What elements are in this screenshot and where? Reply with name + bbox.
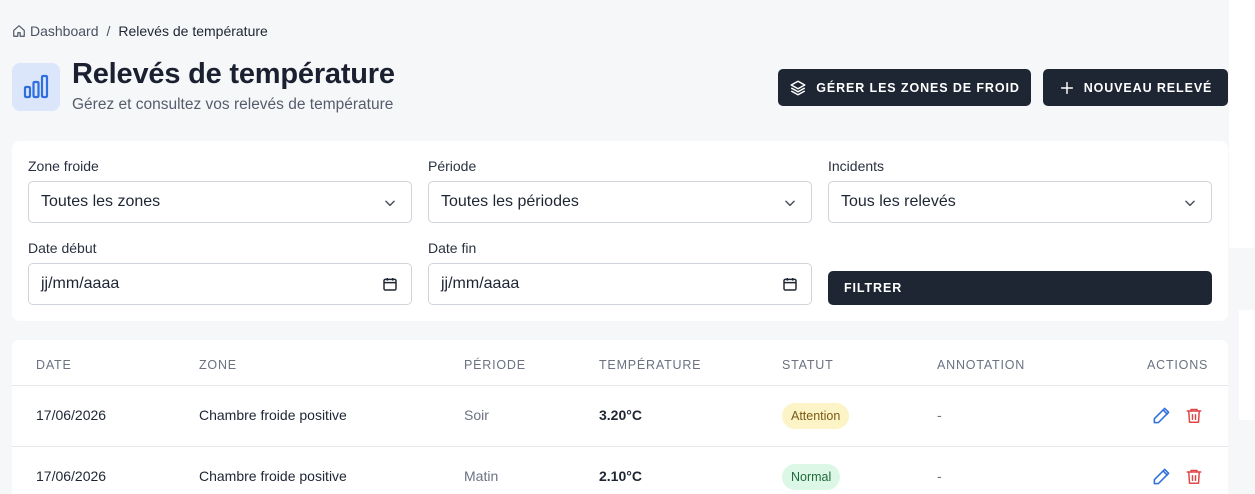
page-icon xyxy=(12,63,60,111)
date-end-input[interactable]: jj/mm/aaaa xyxy=(428,263,812,305)
incidents-filter-select[interactable]: Tous les relevés xyxy=(828,181,1212,223)
delete-button[interactable] xyxy=(1185,406,1203,430)
zone-filter-label: Zone froide xyxy=(28,158,99,174)
pencil-icon xyxy=(1153,407,1170,424)
page-subtitle: Gérez et consultez vos relevés de tempér… xyxy=(72,96,394,113)
chevron-down-icon xyxy=(385,200,395,207)
calendar-icon[interactable] xyxy=(382,276,398,292)
column-header-annotation: ANNOTATION xyxy=(937,358,1026,372)
table-divider xyxy=(12,385,1228,386)
layers-icon xyxy=(790,80,806,95)
column-header-zone: ZONE xyxy=(199,358,237,372)
cell-date: 17/06/2026 xyxy=(36,407,107,423)
chevron-down-icon xyxy=(1185,200,1195,207)
zone-filter-value: Toutes les zones xyxy=(41,193,161,210)
manage-cold-zones-label: GÉRER LES ZONES DE FROID xyxy=(816,80,1020,95)
delete-button[interactable] xyxy=(1185,467,1203,491)
column-header-actions: ACTIONS xyxy=(1147,358,1209,372)
column-header-date: DATE xyxy=(36,358,72,372)
cell-annotation: - xyxy=(937,407,942,423)
page-edge xyxy=(1239,310,1255,420)
edit-button[interactable] xyxy=(1152,406,1171,430)
breadcrumb-separator: / xyxy=(106,23,111,39)
breadcrumb-home-link[interactable]: Dashboard xyxy=(12,23,99,39)
cell-temperature: 2.10°C xyxy=(599,468,642,484)
cell-date: 17/06/2026 xyxy=(36,468,107,484)
page-edge xyxy=(1229,0,1255,248)
breadcrumb-current: Relevés de température xyxy=(118,23,268,39)
status-badge: Normal xyxy=(782,464,841,490)
date-start-input[interactable]: jj/mm/aaaa xyxy=(28,263,412,305)
cell-period: Matin xyxy=(464,468,499,484)
cell-zone: Chambre froide positive xyxy=(199,407,347,423)
manage-cold-zones-button[interactable]: GÉRER LES ZONES DE FROID xyxy=(778,69,1031,106)
cell-temperature: 3.20°C xyxy=(599,407,642,423)
new-reading-button[interactable]: NOUVEAU RELEVÉ xyxy=(1043,69,1228,106)
plus-icon xyxy=(1060,81,1073,94)
pencil-icon xyxy=(1153,468,1170,485)
breadcrumb-home-label: Dashboard xyxy=(30,23,99,39)
date-end-value: jj/mm/aaaa xyxy=(441,275,520,292)
period-filter-value: Toutes les périodes xyxy=(441,193,579,210)
filter-button[interactable]: FILTRER xyxy=(828,271,1212,305)
trash-icon xyxy=(1186,408,1202,423)
date-end-label: Date fin xyxy=(428,240,477,256)
page-title: Relevés de température xyxy=(72,58,395,90)
breadcrumb: Dashboard / Relevés de température xyxy=(12,22,268,40)
trash-icon xyxy=(1186,469,1202,484)
cell-zone: Chambre froide positive xyxy=(199,468,347,484)
chevron-down-icon xyxy=(785,200,795,207)
column-header-temperature: TEMPÉRATURE xyxy=(599,358,702,372)
new-reading-label: NOUVEAU RELEVÉ xyxy=(1083,80,1213,95)
status-badge: Attention xyxy=(782,403,850,429)
period-filter-label: Période xyxy=(428,158,477,174)
incidents-filter-label: Incidents xyxy=(828,158,885,174)
zone-filter-select[interactable]: Toutes les zones xyxy=(28,181,412,223)
home-icon xyxy=(13,25,25,37)
date-start-value: jj/mm/aaaa xyxy=(41,275,120,292)
table-divider xyxy=(12,446,1228,447)
edit-button[interactable] xyxy=(1152,467,1171,491)
cell-period: Soir xyxy=(464,407,489,423)
date-start-label: Date début xyxy=(28,240,97,256)
period-filter-select[interactable]: Toutes les périodes xyxy=(428,181,812,223)
incidents-filter-value: Tous les relevés xyxy=(841,193,956,210)
calendar-icon[interactable] xyxy=(782,276,798,292)
cell-annotation: - xyxy=(937,468,942,484)
column-header-period: PÉRIODE xyxy=(464,358,526,372)
bar-chart-icon xyxy=(23,74,49,99)
column-header-status: STATUT xyxy=(782,358,834,372)
